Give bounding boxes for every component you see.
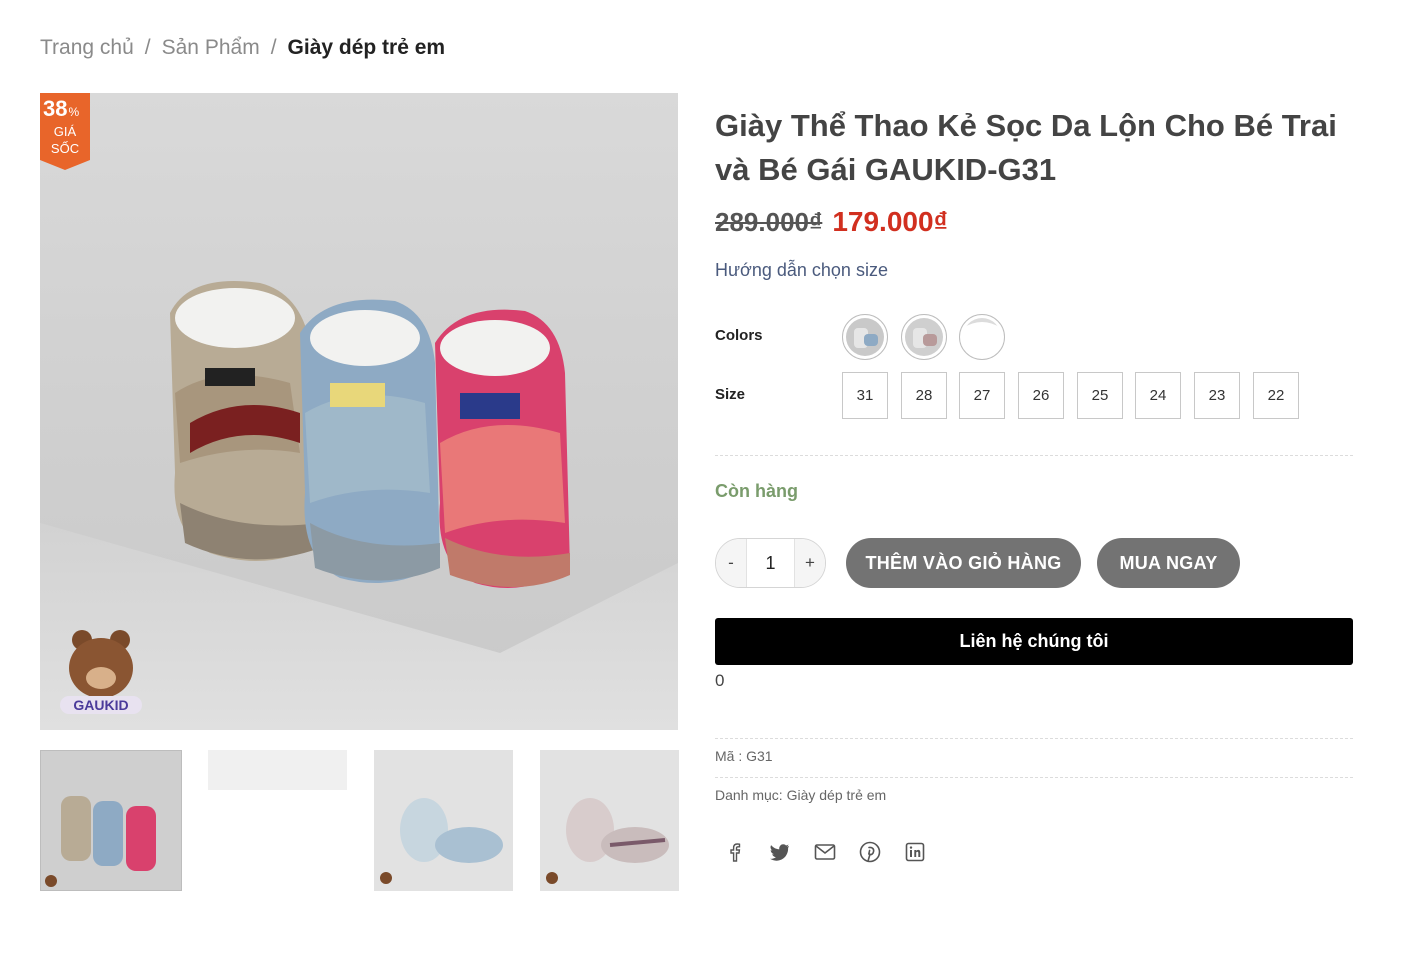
breadcrumb-current: Giày dép trẻ em bbox=[287, 36, 446, 59]
color-swatch-1[interactable] bbox=[842, 314, 888, 360]
breadcrumb-products-link[interactable]: Sản Phẩm bbox=[162, 36, 260, 60]
facebook-icon[interactable] bbox=[721, 838, 749, 866]
gaukid-logo-text: GAUKID bbox=[73, 697, 128, 713]
counter-text: 0 bbox=[715, 671, 725, 690]
size-label: Size bbox=[715, 386, 746, 403]
thumbnail-4[interactable] bbox=[540, 750, 679, 891]
breadcrumb-home-link[interactable]: Trang chủ bbox=[40, 36, 134, 60]
main-product-image[interactable]: GAUKID bbox=[40, 93, 678, 730]
sku-label: Mã : bbox=[715, 748, 747, 764]
breadcrumb: Trang chủ / Sản Phẩm / Giày dép trẻ em bbox=[40, 36, 445, 60]
divider bbox=[715, 455, 1353, 456]
discount-badge: 38% GIÁ SỐC bbox=[40, 93, 90, 170]
category-row: Danh mục: Giày dép trẻ em bbox=[715, 787, 886, 803]
quantity-decrease-button[interactable]: - bbox=[716, 539, 746, 587]
colors-label: Colors bbox=[715, 327, 763, 344]
category-link[interactable]: Giày dép trẻ em bbox=[787, 787, 887, 803]
badge-line-2: SỐC bbox=[50, 141, 80, 156]
buy-now-button[interactable]: MUA NGAY bbox=[1097, 538, 1240, 588]
quantity-input[interactable]: 1 bbox=[746, 539, 795, 587]
quantity-stepper: - 1 + bbox=[715, 538, 826, 588]
color-swatch-3[interactable] bbox=[959, 314, 1005, 360]
color-swatch-2[interactable] bbox=[901, 314, 947, 360]
size-option[interactable]: 24 bbox=[1135, 372, 1181, 419]
sku-row: Mã : G31 bbox=[715, 748, 773, 764]
thumbnail-2[interactable] bbox=[208, 750, 347, 790]
sale-price: 179.000₫ bbox=[832, 206, 948, 237]
contact-us-button[interactable]: Liên hệ chúng tôi bbox=[715, 618, 1353, 665]
quantity-increase-button[interactable]: + bbox=[795, 539, 825, 587]
breadcrumb-separator: / bbox=[144, 36, 151, 59]
size-option[interactable]: 28 bbox=[901, 372, 947, 419]
size-option[interactable]: 22 bbox=[1253, 372, 1299, 419]
old-price: 289.000₫ bbox=[715, 207, 823, 237]
size-option[interactable]: 26 bbox=[1018, 372, 1064, 419]
category-label: Danh mục: bbox=[715, 787, 787, 803]
breadcrumb-separator: / bbox=[270, 36, 277, 59]
twitter-icon[interactable] bbox=[766, 838, 794, 866]
thumbnail-1[interactable] bbox=[40, 750, 182, 891]
pinterest-icon[interactable] bbox=[856, 838, 884, 866]
badge-line-1: GIÁ bbox=[53, 124, 77, 139]
thumbnail-3[interactable] bbox=[374, 750, 513, 891]
size-guide-link[interactable]: Hướng dẫn chọn size bbox=[715, 260, 888, 281]
email-icon[interactable] bbox=[811, 838, 839, 866]
price-block: 289.000₫ 179.000₫ bbox=[715, 206, 948, 238]
divider bbox=[715, 738, 1353, 739]
size-option[interactable]: 27 bbox=[959, 372, 1005, 419]
size-option[interactable]: 31 bbox=[842, 372, 888, 419]
linkedin-icon[interactable] bbox=[901, 838, 929, 866]
divider bbox=[715, 777, 1353, 778]
sku-value: G31 bbox=[746, 748, 773, 764]
add-to-cart-button[interactable]: THÊM VÀO GIỎ HÀNG bbox=[846, 538, 1081, 588]
size-option[interactable]: 25 bbox=[1077, 372, 1123, 419]
stock-status: Còn hàng bbox=[715, 481, 798, 501]
size-option[interactable]: 23 bbox=[1194, 372, 1240, 419]
product-title: Giày Thể Thao Kẻ Sọc Da Lộn Cho Bé Trai … bbox=[715, 108, 1337, 187]
discount-percent: 38% bbox=[43, 96, 80, 121]
